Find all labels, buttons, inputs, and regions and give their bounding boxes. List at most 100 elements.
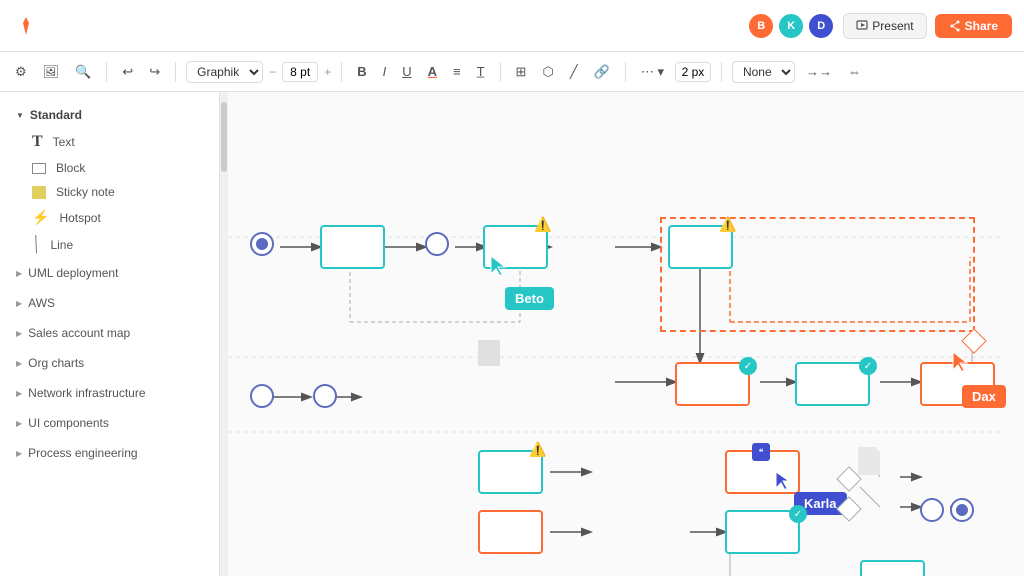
standard-chevron-down: ▼ <box>16 111 24 120</box>
circle-3 <box>250 384 274 408</box>
sales-chevron: ▶ <box>16 329 22 338</box>
table-btn[interactable]: ⊞ <box>511 61 532 83</box>
circle-4 <box>313 384 337 408</box>
rect-teal-bottom[interactable] <box>860 560 925 576</box>
warning-1: ⚠️ <box>534 216 551 233</box>
sep5 <box>625 62 626 82</box>
font-family-select[interactable]: Graphik <box>186 61 263 83</box>
main: ▼ Standard T Text Block Sticky note ⚡ Ho… <box>0 92 1024 576</box>
sidebar-item-network[interactable]: ▶ Network infrastructure <box>0 378 219 408</box>
share-icon <box>949 20 961 32</box>
image-btn[interactable]: 🖼 <box>38 61 65 83</box>
network-label: Network infrastructure <box>28 386 145 400</box>
topbar-right: B K D Present Share <box>747 12 1012 40</box>
sticky-1 <box>478 340 500 366</box>
sep6 <box>721 62 722 82</box>
label-dax: Dax <box>962 385 1006 408</box>
block-item-label: Block <box>56 161 85 175</box>
sidebar-item-uml[interactable]: ▶ UML deployment <box>0 258 219 288</box>
sidebar-item-ui[interactable]: ▶ UI components <box>0 408 219 438</box>
cursor-beto <box>488 254 508 283</box>
rect-1[interactable] <box>320 225 385 269</box>
circle-6-inner <box>956 504 968 516</box>
hotspot-icon: ⚡ <box>32 209 49 226</box>
logo[interactable] <box>12 12 40 40</box>
underline-btn[interactable]: U <box>397 61 416 82</box>
cursor-dax <box>950 350 970 379</box>
standard-section: ▼ Standard T Text Block Sticky note ⚡ Ho… <box>0 102 219 258</box>
link-btn[interactable]: 🔗 <box>589 61 615 83</box>
org-label: Org charts <box>28 356 84 370</box>
canvas[interactable]: ⚠️ Beto ⚠️ ✓ ✓ Dax <box>220 92 1024 576</box>
italic-btn[interactable]: I <box>378 61 392 82</box>
quote-badge: ❝ <box>752 443 770 461</box>
more-btn[interactable]: ⋯ ▾ <box>636 61 669 83</box>
standard-section-header[interactable]: ▼ Standard <box>0 102 219 128</box>
hotspot-item-label: Hotspot <box>59 211 100 225</box>
check-1: ✓ <box>739 357 757 375</box>
line-btn[interactable]: ╱ <box>565 61 583 83</box>
share-label: Share <box>965 19 998 33</box>
aws-chevron: ▶ <box>16 299 22 308</box>
text-style-btn[interactable]: T̲ <box>472 61 490 82</box>
corner-select[interactable]: None <box>732 61 795 83</box>
org-chevron: ▶ <box>16 359 22 368</box>
bold-btn[interactable]: B <box>352 61 371 82</box>
process-label: Process engineering <box>28 446 137 460</box>
circle-1-inner <box>256 238 268 250</box>
avatar-dax: D <box>807 12 835 40</box>
sidebar-item-process[interactable]: ▶ Process engineering <box>0 438 219 468</box>
font-color-btn[interactable]: A <box>423 61 442 82</box>
sep3 <box>341 62 342 82</box>
sep1 <box>106 62 107 82</box>
present-icon <box>856 20 868 32</box>
settings-btn[interactable]: ⚙ <box>10 61 32 83</box>
line-width-input[interactable] <box>675 62 711 82</box>
fill-btn[interactable]: ⬡ <box>537 61 558 83</box>
redo-btn[interactable]: ↪ <box>144 61 165 83</box>
warning-3: ⚠️ <box>529 441 546 458</box>
check-3: ✓ <box>789 505 807 523</box>
aws-label: AWS <box>28 296 55 310</box>
diamond-1 <box>836 466 861 491</box>
standard-label: Standard <box>30 108 82 122</box>
sidebar-item-block[interactable]: Block <box>0 156 219 180</box>
minus-btn[interactable]: − <box>269 65 276 79</box>
line-item-label: Line <box>50 238 73 252</box>
arrow-style-btn[interactable]: →→ <box>801 61 837 82</box>
sidebar-item-aws[interactable]: ▶ AWS <box>0 288 219 318</box>
align-dist-btn[interactable]: ⇔ <box>843 61 866 82</box>
block-icon <box>32 163 46 174</box>
uml-chevron: ▶ <box>16 269 22 278</box>
share-button[interactable]: Share <box>935 14 1012 38</box>
text-icon: T <box>32 133 43 151</box>
text-item-label: Text <box>53 135 75 149</box>
sidebar-item-text[interactable]: T Text <box>0 128 219 156</box>
cursor-karla <box>774 470 792 497</box>
sidebar-item-line[interactable]: ╱ Line <box>0 231 219 258</box>
sidebar-item-org[interactable]: ▶ Org charts <box>0 348 219 378</box>
topbar: B K D Present Share <box>0 0 1024 52</box>
search-btn[interactable]: 🔍 <box>70 61 96 83</box>
plus-btn[interactable]: + <box>324 65 331 79</box>
align-btn[interactable]: ≡ <box>448 61 466 82</box>
rect-orange-3[interactable] <box>478 510 543 554</box>
avatar-beto: B <box>747 12 775 40</box>
sidebar-item-sticky[interactable]: Sticky note <box>0 180 219 204</box>
process-chevron: ▶ <box>16 449 22 458</box>
sep2 <box>175 62 176 82</box>
circle-2 <box>425 232 449 256</box>
sep4 <box>500 62 501 82</box>
present-button[interactable]: Present <box>843 13 926 39</box>
doc-shape <box>858 447 880 475</box>
undo-btn[interactable]: ↩ <box>117 61 138 83</box>
warning-2: ⚠️ <box>719 216 736 233</box>
present-label: Present <box>872 19 913 33</box>
circle-5 <box>920 498 944 522</box>
font-size-input[interactable] <box>282 62 318 82</box>
sidebar: ▼ Standard T Text Block Sticky note ⚡ Ho… <box>0 92 220 576</box>
sidebar-item-hotspot[interactable]: ⚡ Hotspot <box>0 204 219 231</box>
sidebar-item-sales[interactable]: ▶ Sales account map <box>0 318 219 348</box>
line-icon: ╱ <box>28 235 44 254</box>
avatar-group: B K D <box>747 12 835 40</box>
